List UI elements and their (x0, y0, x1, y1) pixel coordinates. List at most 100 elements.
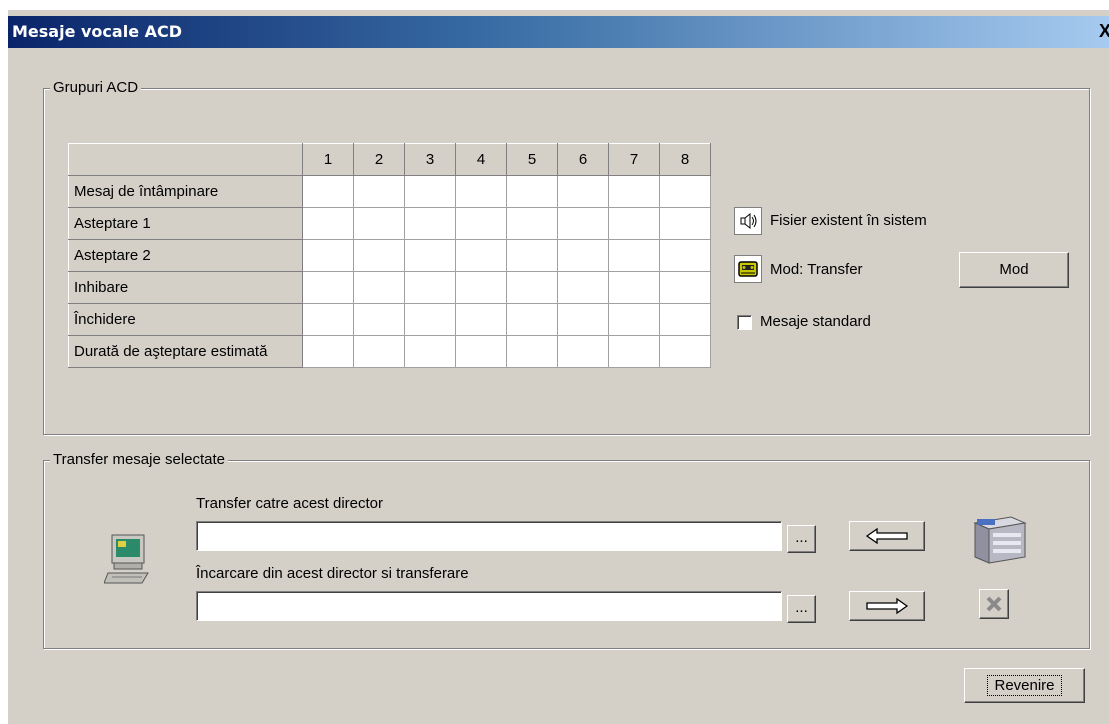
grid-cell[interactable] (659, 239, 711, 272)
back-button[interactable]: Revenire (964, 668, 1085, 703)
grid-cell[interactable] (353, 271, 405, 304)
delete-icon (985, 596, 1003, 617)
grid-cell[interactable] (659, 207, 711, 240)
arrow-right-icon (865, 597, 909, 619)
col-header[interactable]: 8 (659, 143, 711, 176)
grid-cell[interactable] (455, 239, 507, 272)
from-dir-browse-button[interactable]: ... (787, 595, 816, 623)
grid-cell[interactable] (608, 271, 660, 304)
row-header[interactable]: Închidere (68, 303, 303, 336)
grid-cell[interactable] (455, 207, 507, 240)
transfer-left-button[interactable] (849, 521, 925, 551)
grid-cell[interactable] (608, 239, 660, 272)
grid-row: Mesaj de întâmpinare (68, 175, 711, 208)
col-header[interactable]: 4 (455, 143, 507, 176)
grid-corner (68, 143, 303, 176)
tape-icon (734, 255, 762, 283)
grid-cell[interactable] (506, 175, 558, 208)
groups-acd-legend: Grupuri ACD (50, 79, 142, 96)
grid-cell[interactable] (404, 271, 456, 304)
grid-cell[interactable] (659, 335, 711, 368)
groups-acd-frame: Grupuri ACD 1 2 3 4 5 6 7 8 Mesaj de înt… (43, 79, 1090, 435)
grid-cell[interactable] (302, 335, 354, 368)
grid-cell[interactable] (506, 207, 558, 240)
grid-cell[interactable] (455, 175, 507, 208)
to-dir-label: Transfer catre acest director (196, 495, 384, 512)
col-header[interactable]: 7 (608, 143, 660, 176)
grid-cell[interactable] (557, 271, 609, 304)
grid-cell[interactable] (506, 303, 558, 336)
grid-cell[interactable] (353, 335, 405, 368)
standard-messages-checkbox[interactable] (737, 315, 752, 330)
grid-cell[interactable] (404, 335, 456, 368)
row-header[interactable]: Durată de aşteptare estimată (68, 335, 303, 368)
transfer-frame: Transfer mesaje selectate Transfer catre… (43, 451, 1090, 649)
to-dir-browse-button[interactable]: ... (787, 525, 816, 553)
grid-cell[interactable] (557, 207, 609, 240)
grid-cell[interactable] (404, 207, 456, 240)
grid-cell[interactable] (455, 271, 507, 304)
grid-cell[interactable] (404, 303, 456, 336)
grid-cell[interactable] (659, 271, 711, 304)
grid-cell[interactable] (608, 175, 660, 208)
grid-cell[interactable] (557, 175, 609, 208)
from-dir-label: Încarcare din acest director si transfer… (196, 565, 469, 582)
grid-cell[interactable] (353, 207, 405, 240)
grid-cell[interactable] (302, 303, 354, 336)
arrow-left-icon (865, 527, 909, 549)
grid-cell[interactable] (557, 239, 609, 272)
grid-cell[interactable] (404, 239, 456, 272)
dialog-window: Mesaje vocale ACD X Grupuri ACD 1 2 3 4 … (8, 10, 1109, 724)
grid-cell[interactable] (455, 303, 507, 336)
transfer-right-button[interactable] (849, 591, 925, 621)
grid-cell[interactable] (608, 303, 660, 336)
grid-cell[interactable] (608, 207, 660, 240)
title-bar: Mesaje vocale ACD X (8, 16, 1109, 48)
grid-row: Inhibare (68, 271, 711, 304)
grid-cell[interactable] (455, 335, 507, 368)
grid-cell[interactable] (302, 271, 354, 304)
grid-cell[interactable] (506, 239, 558, 272)
grid-cell[interactable] (302, 239, 354, 272)
file-exists-label: Fisier existent în sistem (770, 212, 927, 229)
acd-grid: 1 2 3 4 5 6 7 8 Mesaj de întâmpinare Ast… (68, 143, 711, 368)
grid-cell[interactable] (659, 175, 711, 208)
grid-cell[interactable] (302, 207, 354, 240)
row-header[interactable]: Mesaj de întâmpinare (68, 175, 303, 208)
col-header[interactable]: 6 (557, 143, 609, 176)
grid-cell[interactable] (353, 303, 405, 336)
row-header[interactable]: Inhibare (68, 271, 303, 304)
transfer-legend: Transfer mesaje selectate (50, 451, 229, 468)
grid-cell[interactable] (557, 303, 609, 336)
back-button-label: Revenire (987, 675, 1062, 696)
speaker-icon (734, 207, 762, 235)
server-icon (969, 513, 1029, 567)
grid-row: Asteptare 1 (68, 207, 711, 240)
grid-cell[interactable] (659, 303, 711, 336)
row-header[interactable]: Asteptare 1 (68, 207, 303, 240)
col-header[interactable]: 2 (353, 143, 405, 176)
grid-cell[interactable] (557, 335, 609, 368)
close-button[interactable]: X (1099, 20, 1109, 42)
to-dir-input[interactable] (196, 521, 782, 551)
grid-cell[interactable] (506, 271, 558, 304)
computer-icon (103, 531, 154, 587)
grid-row: Durată de aşteptare estimată (68, 335, 711, 368)
grid-cell[interactable] (404, 175, 456, 208)
grid-header-row: 1 2 3 4 5 6 7 8 (68, 143, 711, 176)
delete-button[interactable] (979, 589, 1009, 619)
grid-cell[interactable] (302, 175, 354, 208)
col-header[interactable]: 3 (404, 143, 456, 176)
grid-cell[interactable] (608, 335, 660, 368)
grid-cell[interactable] (353, 175, 405, 208)
standard-messages-label[interactable]: Mesaje standard (760, 313, 871, 330)
col-header[interactable]: 5 (506, 143, 558, 176)
grid-row: Asteptare 2 (68, 239, 711, 272)
grid-cell[interactable] (506, 335, 558, 368)
mode-button[interactable]: Mod (959, 252, 1069, 288)
from-dir-input[interactable] (196, 591, 782, 621)
row-header[interactable]: Asteptare 2 (68, 239, 303, 272)
window-title: Mesaje vocale ACD (12, 22, 183, 41)
grid-cell[interactable] (353, 239, 405, 272)
col-header[interactable]: 1 (302, 143, 354, 176)
